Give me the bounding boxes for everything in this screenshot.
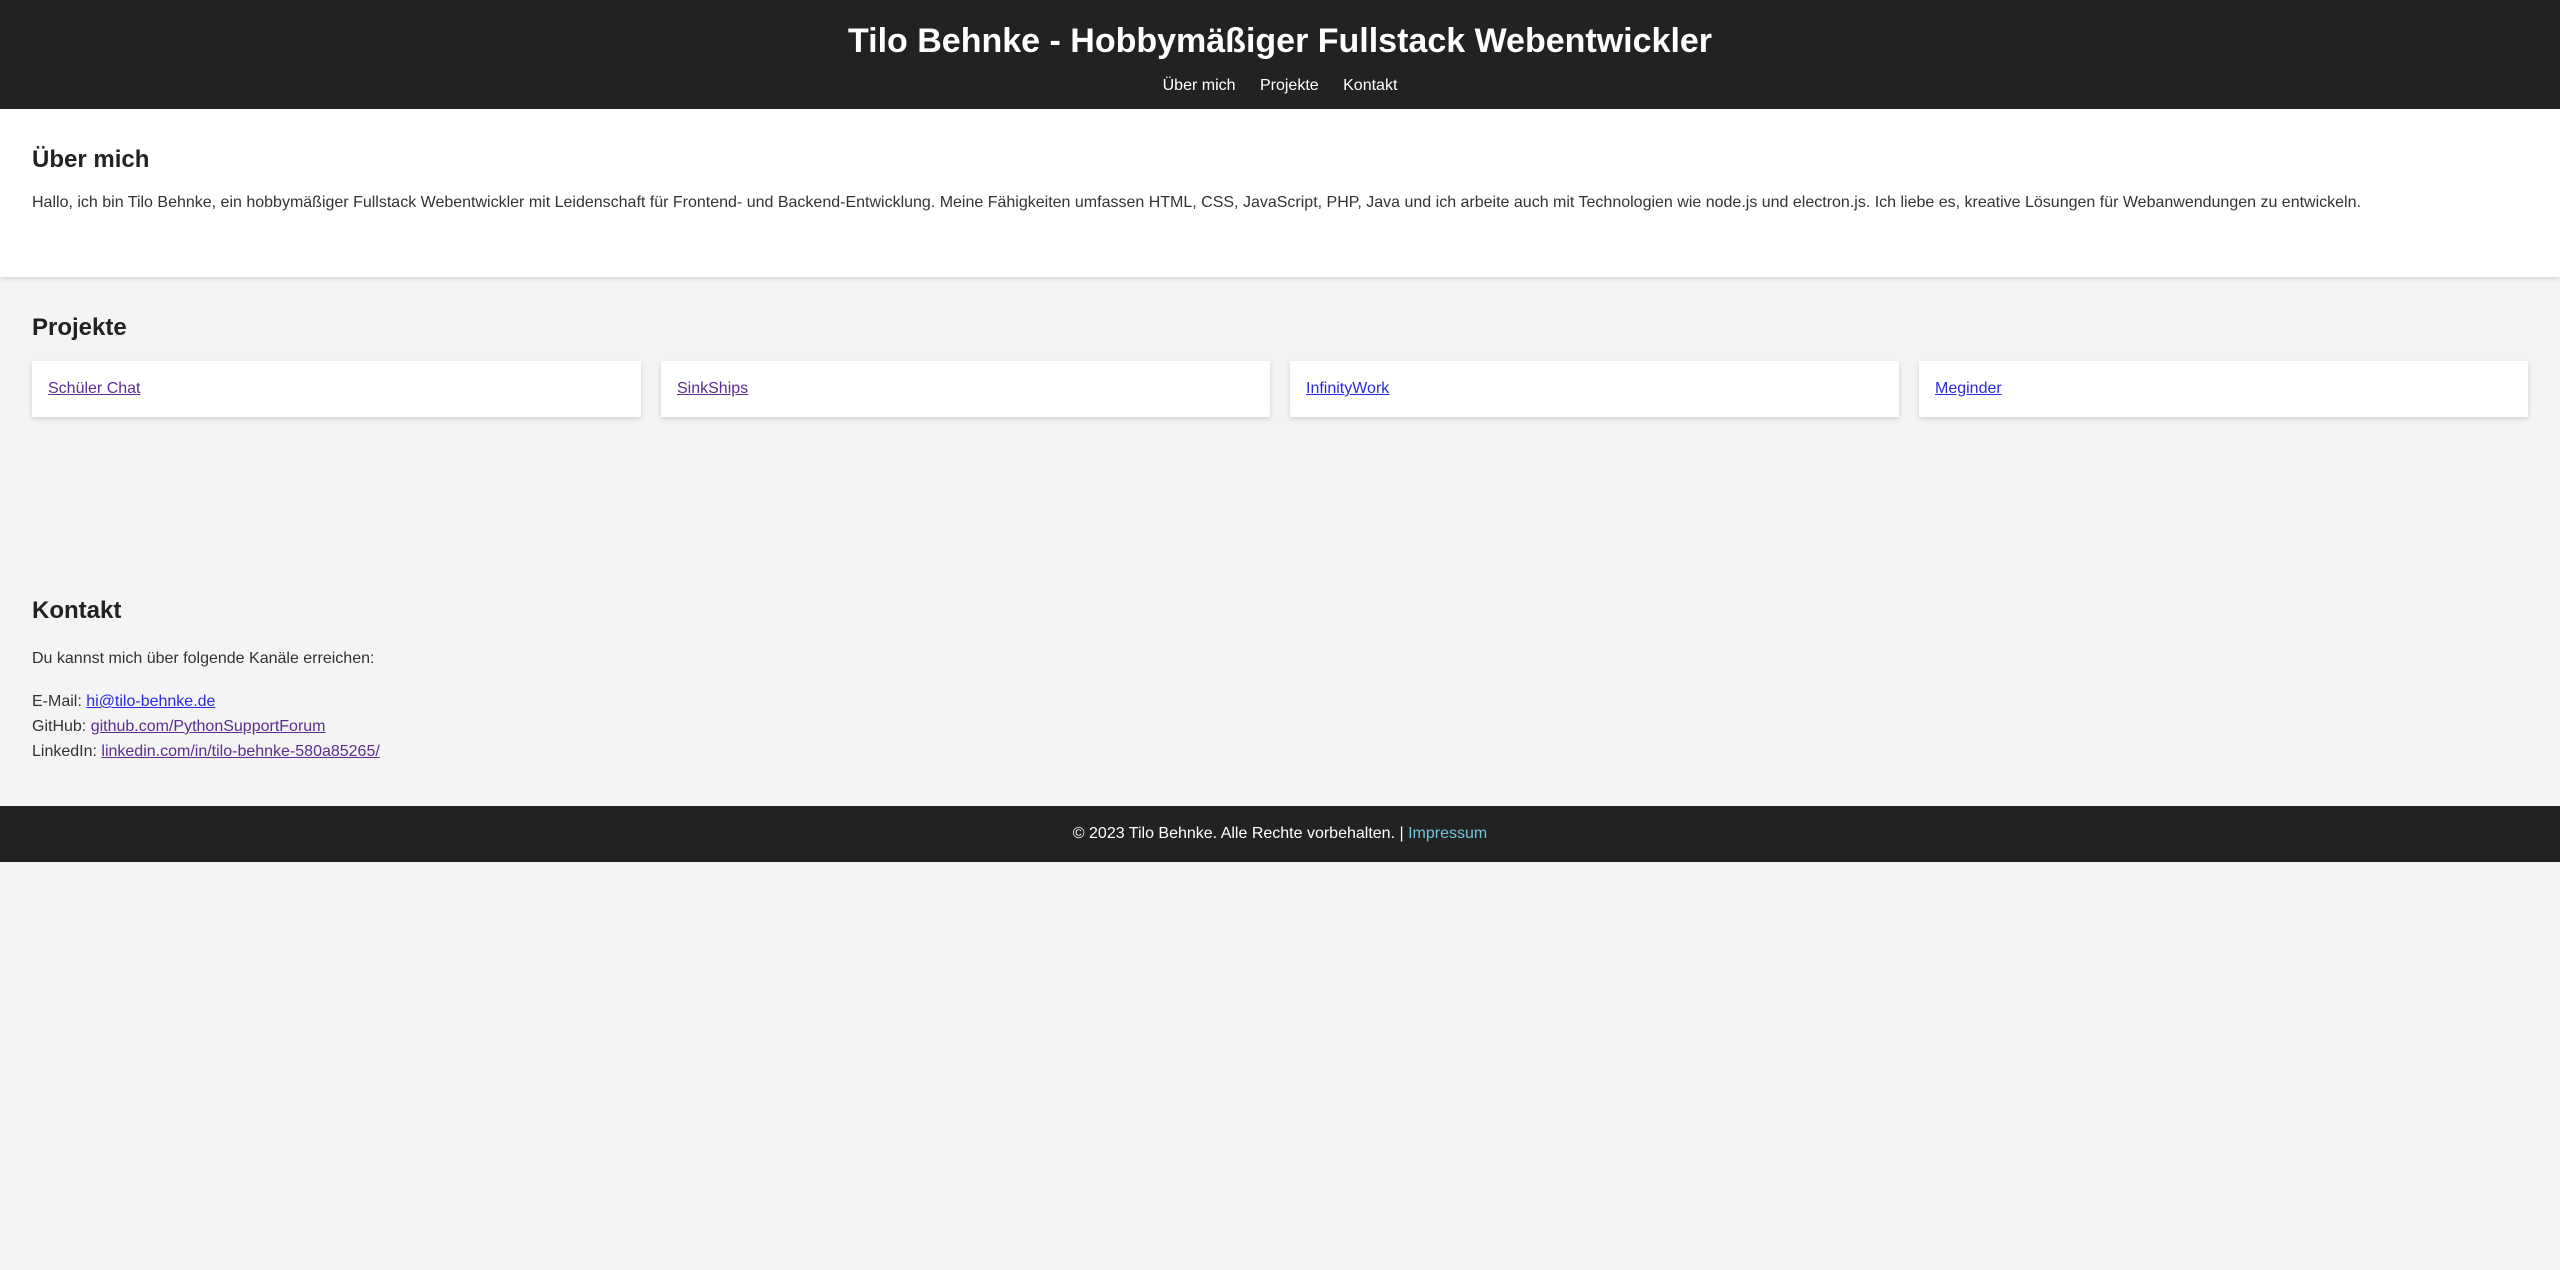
about-section: Über mich Hallo, ich bin Tilo Behnke, ei… — [0, 109, 2560, 277]
contact-github-row: GitHub: github.com/PythonSupportForum — [32, 714, 2528, 739]
page-title: Tilo Behnke - Hobbymäßiger Fullstack Web… — [847, 22, 1713, 60]
projects-heading: Projekte — [32, 314, 127, 341]
nav-link-about[interactable]: Über mich — [1163, 77, 1236, 94]
project-card: Meginder — [1919, 361, 2528, 417]
contact-section: Kontakt Du kannst mich über folgende Kan… — [0, 579, 2560, 806]
site-header: Tilo Behnke - Hobbymäßiger Fullstack Web… — [0, 0, 2560, 109]
nav-link-projects[interactable]: Projekte — [1260, 77, 1319, 94]
site-footer: © 2023 Tilo Behnke. Alle Rechte vorbehal… — [0, 806, 2560, 862]
project-link-sinkships[interactable]: SinkShips — [677, 380, 748, 398]
contact-list: E-Mail: hi@tilo-behnke.de GitHub: github… — [32, 689, 2528, 764]
project-link-meginder[interactable]: Meginder — [1935, 380, 2002, 398]
project-link-infinitywork[interactable]: InfinityWork — [1306, 380, 1389, 398]
main-nav: Über mich Projekte Kontakt — [0, 76, 2560, 96]
contact-email-row: E-Mail: hi@tilo-behnke.de — [32, 689, 2528, 714]
impressum-link[interactable]: Impressum — [1408, 825, 1487, 843]
contact-intro: Du kannst mich über folgende Kanäle erre… — [32, 650, 375, 667]
email-label: E-Mail: — [32, 693, 82, 710]
project-card: Schüler Chat — [32, 361, 641, 417]
nav-link-contact[interactable]: Kontakt — [1343, 77, 1397, 94]
github-link[interactable]: github.com/PythonSupportForum — [91, 718, 326, 735]
copyright-text: © 2023 Tilo Behnke. Alle Rechte vorbehal… — [1072, 825, 1404, 842]
email-link[interactable]: hi@tilo-behnke.de — [86, 693, 215, 710]
contact-linkedin-row: LinkedIn: linkedin.com/in/tilo-behnke-58… — [32, 739, 2528, 764]
github-label: GitHub: — [32, 718, 87, 735]
projects-section: Projekte Schüler Chat SinkShips Infinity… — [0, 277, 2560, 579]
linkedin-label: LinkedIn: — [32, 743, 97, 760]
project-card: InfinityWork — [1290, 361, 1899, 417]
about-heading: Über mich — [32, 146, 150, 173]
project-link-schueler-chat[interactable]: Schüler Chat — [48, 380, 141, 398]
linkedin-link[interactable]: linkedin.com/in/tilo-behnke-580a85265/ — [101, 743, 379, 760]
project-card: SinkShips — [661, 361, 1270, 417]
about-text: Hallo, ich bin Tilo Behnke, ein hobbymäß… — [32, 194, 2361, 211]
contact-heading: Kontakt — [32, 597, 122, 624]
project-grid: Schüler Chat SinkShips InfinityWork Megi… — [32, 361, 2528, 417]
